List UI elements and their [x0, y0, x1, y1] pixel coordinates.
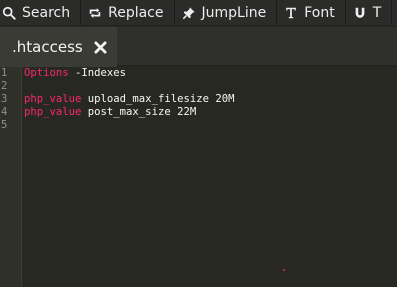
directive-value: -Indexes: [68, 67, 127, 79]
line-number: 5: [1, 119, 8, 131]
close-icon[interactable]: [94, 40, 108, 54]
more-label: T: [372, 5, 382, 21]
text-cursor: [283, 269, 285, 271]
line-number: 4: [1, 106, 8, 118]
more-button[interactable]: T: [345, 0, 393, 25]
directive-keyword: php_value: [24, 93, 82, 105]
tab-title: .htaccess: [12, 38, 83, 56]
directive-value: upload_max_filesize 20M: [81, 93, 235, 105]
directive-keyword: Options: [24, 67, 69, 79]
font-button[interactable]: Font: [277, 0, 346, 25]
replace-button[interactable]: Replace: [81, 0, 175, 25]
search-icon: [1, 5, 17, 21]
jumpline-button[interactable]: JumpLine: [174, 0, 278, 25]
directive-value: post_max_size 22M: [81, 106, 197, 118]
editor-app: Search Replace JumpLine Font T .htaccess…: [0, 0, 397, 287]
replace-label: Replace: [108, 5, 164, 21]
code-line: php_value post_max_size 22M: [24, 106, 397, 119]
code-line: php_value upload_max_filesize 20M: [24, 93, 397, 106]
font-icon: [283, 5, 299, 21]
search-label: Search: [22, 5, 71, 21]
tab-htaccess[interactable]: .htaccess: [0, 27, 117, 67]
jumpline-label: JumpLine: [201, 5, 267, 21]
replace-icon: [87, 5, 103, 21]
line-number: 2: [1, 80, 8, 92]
font-label: Font: [304, 5, 335, 21]
code-line: Options -Indexes: [24, 67, 397, 80]
toolbar: Search Replace JumpLine Font T: [0, 0, 397, 26]
tab-strip: .htaccess: [0, 27, 397, 67]
pin-icon: [181, 5, 197, 21]
directive-keyword: php_value: [24, 106, 82, 118]
line-number: 1: [1, 67, 8, 79]
code-editor[interactable]: 1 2 3 4 5 Options -Indexes php_value upl…: [0, 67, 397, 287]
line-number-gutter: 1 2 3 4 5: [0, 67, 22, 287]
search-button[interactable]: Search: [0, 0, 82, 25]
code-area[interactable]: Options -Indexes php_value upload_max_fi…: [24, 67, 397, 287]
magnet-icon: [352, 5, 368, 21]
line-number: 3: [1, 93, 8, 105]
